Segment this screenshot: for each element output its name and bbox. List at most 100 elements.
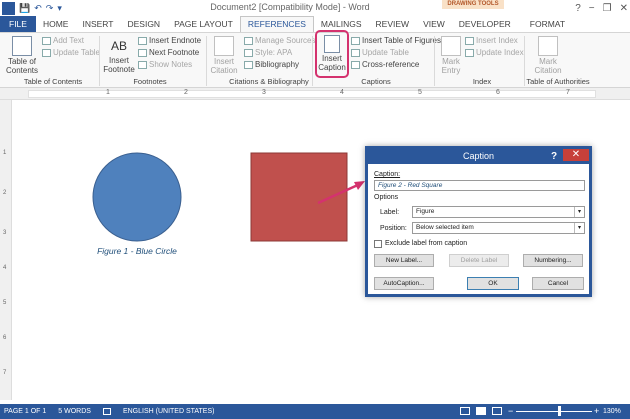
update-index-button[interactable]: Update Index [465,47,524,58]
insert-tof-label: Insert Table of Figures [362,36,442,45]
language-indicator[interactable]: ENGLISH (UNITED STATES) [123,408,215,415]
restore-button[interactable]: ❐ [603,3,612,14]
tab-file[interactable]: FILE [0,16,36,32]
zoom-level[interactable]: 130% [603,404,621,419]
word-logo-icon: W [2,1,15,15]
show-notes-button[interactable]: Show Notes [138,59,192,70]
drawing-tools-label: DRAWING TOOLS [442,0,504,9]
circle-caption: Figure 1 - Blue Circle [97,246,177,256]
zoom-in-icon[interactable]: + [594,404,599,419]
ribbon-separator [206,36,207,86]
read-mode-icon[interactable] [460,407,470,415]
zoom-slider[interactable] [516,411,592,412]
tab-page-layout[interactable]: PAGE LAYOUT [167,16,240,32]
footnote-ab-icon: AB [110,39,127,53]
exclude-label-checkbox[interactable] [374,240,382,248]
manage-sources-button[interactable]: Manage Sources [244,35,315,46]
new-label-button[interactable]: New Label... [374,254,434,267]
show-notes-icon [138,60,147,69]
next-footnote-icon [138,48,147,57]
delete-label-button[interactable]: Delete Label [449,254,509,267]
next-footnote-button[interactable]: Next Footnote [138,47,199,58]
style-label: Style: [255,48,276,57]
ruler-mark: 6 [496,89,500,96]
ruler-mark: 7 [566,89,570,96]
dialog-close-button[interactable]: ✕ [563,149,589,161]
next-footnote-label: Next Footnote [149,48,200,57]
add-text-button[interactable]: Add Text [42,35,84,46]
save-icon[interactable]: 💾 [19,1,30,15]
show-notes-label: Show Notes [149,60,193,69]
update-table-toc-button[interactable]: Update Table [42,47,100,58]
mark-citation-label-1: Mark [539,57,557,66]
undo-icon[interactable]: ↶ [34,1,42,15]
insert-table-of-figures-button[interactable]: Insert Table of Figures [351,35,441,46]
mark-entry-button[interactable]: Mark Entry [437,36,465,75]
mark-citation-button[interactable]: Mark Citation [532,36,564,75]
bibliography-button[interactable]: Bibliography [244,59,299,70]
cross-reference-label: Cross-reference [362,60,420,69]
minimize-button[interactable]: − [589,3,595,14]
tab-view[interactable]: VIEW [416,16,452,32]
group-label-toa: Table of Authorities [526,77,590,86]
zoom-slider-thumb[interactable] [558,406,561,416]
insert-caption-button[interactable]: Insert Caption [315,30,349,78]
tab-format[interactable]: FORMAT [518,16,572,32]
customize-qat-icon[interactable]: ▾ [57,1,62,15]
ruler-mark: 5 [418,89,422,96]
insert-citation-button[interactable]: Insert Citation [208,36,240,75]
mark-entry-icon [441,36,461,56]
tab-references[interactable]: REFERENCES [239,16,314,32]
tab-design[interactable]: DESIGN [120,16,167,32]
table-of-figures-icon [351,36,360,45]
redo-icon[interactable]: ↷ [46,1,54,15]
bibliography-label: Bibliography [255,60,300,69]
ruler-track [28,90,596,98]
update-table-captions-button[interactable]: Update Table [351,47,409,58]
dialog-help-icon[interactable]: ? [551,149,561,164]
cancel-button[interactable]: Cancel [532,277,584,290]
insert-index-button[interactable]: Insert Index [465,35,518,46]
position-select[interactable]: Below selected item ▾ [412,222,585,234]
ruler-mark: 3 [262,89,266,96]
options-label: Options [374,194,399,201]
toc-label-2: Contents [5,66,39,75]
label-select-value: Figure [416,208,435,215]
update-table-icon [351,48,360,57]
close-button[interactable]: ✕ [620,3,628,14]
insert-caption-icon [324,35,340,53]
insert-index-icon [465,36,474,45]
word-count[interactable]: 5 WORDS [58,408,91,415]
style-dropdown[interactable]: Style: APA [244,47,292,58]
zoom-out-icon[interactable]: − [508,404,513,419]
tab-home[interactable]: HOME [36,16,76,32]
blue-circle-shape[interactable] [92,152,182,242]
citation-icon [214,36,234,56]
page-count[interactable]: PAGE 1 OF 1 [4,408,46,415]
table-of-contents-button[interactable]: Table of Contents [4,36,40,75]
manage-sources-label: Manage Sources [255,36,316,45]
print-layout-icon[interactable] [476,407,486,415]
tab-review[interactable]: REVIEW [369,16,417,32]
web-layout-icon[interactable] [492,407,502,415]
label-select[interactable]: Figure ▾ [412,206,585,218]
ribbon-separator [99,36,100,86]
ruler-mark: 4 [340,89,344,96]
numbering-button[interactable]: Numbering... [523,254,583,267]
insert-caption-label-2: Caption [318,63,346,72]
cross-reference-button[interactable]: Cross-reference [351,59,419,70]
proofing-icon[interactable] [102,408,111,415]
autocaption-button[interactable]: AutoCaption... [374,277,434,290]
caption-input[interactable]: Figure 2 - Red Square [374,180,585,191]
insert-endnote-button[interactable]: Insert Endnote [138,35,201,46]
tab-developer[interactable]: DEVELOPER [452,16,518,32]
ruler-mark: 2 [184,89,188,96]
toc-label-1: Table of [7,57,37,66]
window-controls: ? − ❐ ✕ [575,0,628,16]
mark-citation-label-2: Citation [534,66,562,75]
position-select-value: Below selected item [416,224,474,231]
help-button[interactable]: ? [575,3,581,14]
tab-insert[interactable]: INSERT [75,16,120,32]
insert-footnote-button[interactable]: AB Insert Footnote [102,36,136,74]
ok-button[interactable]: OK [467,277,519,290]
